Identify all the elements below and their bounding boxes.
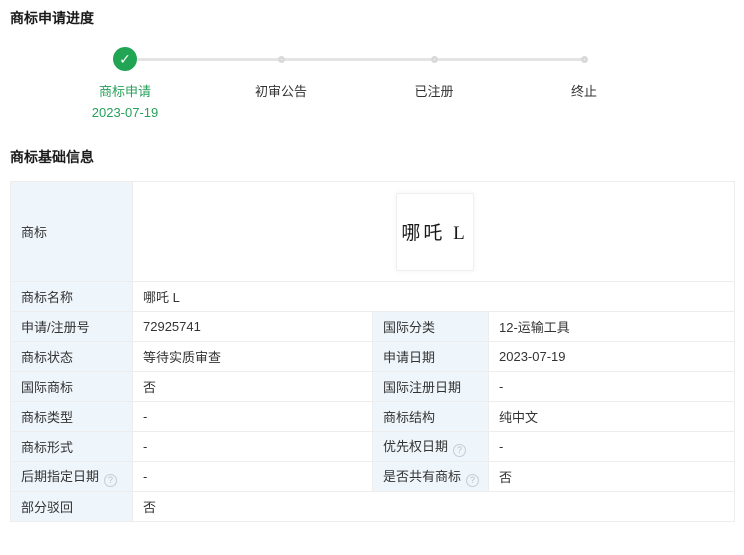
cell-label: 申请日期	[373, 342, 489, 372]
basic-info-section-title: 商标基础信息	[10, 149, 744, 165]
cell-label-text: 后期指定日期	[21, 469, 99, 484]
cell-value: 2023-07-19	[489, 342, 735, 372]
cell-label: 商标类型	[11, 402, 133, 432]
progress-section-title: 商标申请进度	[10, 0, 744, 26]
cell-value: 否	[133, 372, 373, 402]
step-node-area	[211, 46, 351, 72]
table-row-type: 商标类型 - 商标结构 纯中文	[11, 402, 735, 432]
table-row-form: 商标形式 - 优先权日期? -	[11, 432, 735, 462]
cell-value: -	[133, 432, 373, 462]
step-terminated: 终止	[514, 46, 654, 100]
table-row-later-designation: 后期指定日期? - 是否共有商标? 否	[11, 462, 735, 492]
cell-value: -	[489, 432, 735, 462]
step-node-area	[514, 46, 654, 72]
cell-trademark-image: 哪吒 L	[133, 182, 735, 282]
cell-label: 国际分类	[373, 312, 489, 342]
trademark-image: 哪吒 L	[396, 193, 474, 271]
cell-value: 否	[489, 462, 735, 492]
pending-circle-icon	[581, 56, 588, 63]
cell-label: 优先权日期?	[373, 432, 489, 462]
pending-circle-icon	[431, 56, 438, 63]
help-icon[interactable]: ?	[104, 474, 117, 487]
cell-label: 国际商标	[11, 372, 133, 402]
step-node-area	[364, 46, 504, 72]
cell-label: 商标	[11, 182, 133, 282]
cell-value: 等待实质审查	[133, 342, 373, 372]
cell-value: 72925741	[133, 312, 373, 342]
cell-label: 商标名称	[11, 282, 133, 312]
cell-label: 后期指定日期?	[11, 462, 133, 492]
step-label: 初审公告	[211, 84, 351, 100]
progress-stepper: ✓ 商标申请 2023-07-19 初审公告 已注册 终止	[0, 26, 744, 123]
cell-label-text: 是否共有商标	[383, 469, 461, 484]
check-icon: ✓	[113, 47, 137, 71]
step-preliminary-publication: 初审公告	[211, 46, 351, 100]
pending-circle-icon	[278, 56, 285, 63]
table-row-trademark-image: 商标 哪吒 L	[11, 182, 735, 282]
cell-label: 商标状态	[11, 342, 133, 372]
check-glyph: ✓	[119, 52, 131, 66]
step-registered: 已注册	[364, 46, 504, 100]
cell-label: 国际注册日期	[373, 372, 489, 402]
table-row-international: 国际商标 否 国际注册日期 -	[11, 372, 735, 402]
step-node-area: ✓	[55, 46, 195, 72]
cell-value: 哪吒 L	[133, 282, 735, 312]
table-row-status: 商标状态 等待实质审查 申请日期 2023-07-19	[11, 342, 735, 372]
cell-label: 商标形式	[11, 432, 133, 462]
cell-value: 否	[133, 492, 735, 522]
table-row-trademark-name: 商标名称 哪吒 L	[11, 282, 735, 312]
cell-value: -	[133, 402, 373, 432]
table-row-partial-rejection: 部分驳回 否	[11, 492, 735, 522]
cell-value: 12-运输工具	[489, 312, 735, 342]
cell-value: -	[489, 372, 735, 402]
trademark-info-table: 商标 哪吒 L 商标名称 哪吒 L 申请/注册号 72925741 国际分类 1…	[10, 181, 735, 522]
help-icon[interactable]: ?	[453, 444, 466, 457]
table-row-application-number: 申请/注册号 72925741 国际分类 12-运输工具	[11, 312, 735, 342]
step-label: 终止	[514, 84, 654, 100]
page: 商标申请进度 ✓ 商标申请 2023-07-19 初审公告 已注册	[0, 0, 744, 522]
help-icon[interactable]: ?	[466, 474, 479, 487]
cell-label: 部分驳回	[11, 492, 133, 522]
step-date: 2023-07-19	[55, 105, 195, 121]
cell-label: 商标结构	[373, 402, 489, 432]
cell-label: 是否共有商标?	[373, 462, 489, 492]
cell-label-text: 优先权日期	[383, 439, 448, 454]
cell-label: 申请/注册号	[11, 312, 133, 342]
cell-value: -	[133, 462, 373, 492]
step-trademark-application: ✓ 商标申请 2023-07-19	[55, 46, 195, 121]
cell-value: 纯中文	[489, 402, 735, 432]
step-label: 商标申请	[55, 84, 195, 100]
step-label: 已注册	[364, 84, 504, 100]
